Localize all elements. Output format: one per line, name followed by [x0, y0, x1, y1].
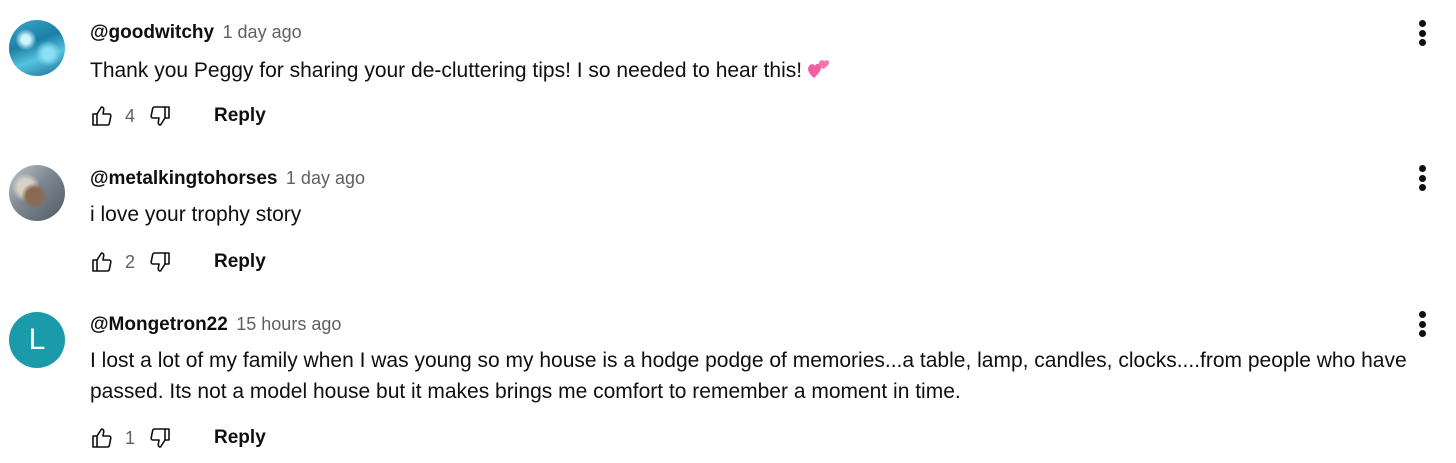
- comment-actions: 4 Reply: [88, 101, 266, 131]
- comment-header: @metalkingtohorses 1 day ago: [90, 168, 365, 190]
- comment-actions: 2 Reply: [88, 247, 266, 277]
- thumbs-up-icon[interactable]: [88, 424, 116, 452]
- like-count: 1: [125, 427, 136, 448]
- avatar[interactable]: L: [9, 312, 65, 368]
- two-hearts-icon: [806, 57, 832, 90]
- thumbs-up-icon[interactable]: [88, 248, 116, 276]
- comment-text: I lost a lot of my family when I was you…: [90, 345, 1456, 407]
- comment-actions: 1 Reply: [88, 423, 266, 453]
- more-vertical-icon[interactable]: [1414, 309, 1430, 339]
- author-name[interactable]: @goodwitchy: [90, 22, 214, 43]
- comments-list: @goodwitchy 1 day ago Thank you Peggy fo…: [0, 0, 1456, 463]
- comment-header: @goodwitchy 1 day ago: [90, 22, 302, 44]
- like-count: 2: [125, 251, 136, 272]
- more-vertical-icon[interactable]: [1414, 163, 1430, 193]
- reply-button[interactable]: Reply: [214, 251, 266, 273]
- thumbs-up-icon[interactable]: [88, 102, 116, 130]
- author-name[interactable]: @Mongetron22: [90, 314, 228, 335]
- avatar-letter: L: [28, 323, 46, 356]
- like-count: 4: [125, 105, 136, 126]
- comment-body: Thank you Peggy for sharing your de-clut…: [90, 59, 803, 82]
- avatar[interactable]: [9, 165, 65, 221]
- thumbs-down-icon[interactable]: [146, 424, 174, 452]
- comment-body: I lost a lot of my family when I was you…: [90, 349, 1407, 403]
- avatar[interactable]: [9, 20, 65, 76]
- reply-button[interactable]: Reply: [214, 427, 266, 449]
- comment-body: i love your trophy story: [90, 203, 302, 226]
- comment-header: @Mongetron22 15 hours ago: [90, 314, 341, 336]
- comment-time[interactable]: 15 hours ago: [236, 314, 341, 334]
- comment-time[interactable]: 1 day ago: [286, 168, 365, 188]
- author-name[interactable]: @metalkingtohorses: [90, 168, 277, 189]
- more-vertical-icon[interactable]: [1414, 18, 1430, 48]
- thumbs-down-icon[interactable]: [146, 102, 174, 130]
- comment-time[interactable]: 1 day ago: [223, 22, 302, 42]
- thumbs-down-icon[interactable]: [146, 248, 174, 276]
- reply-button[interactable]: Reply: [214, 105, 266, 127]
- comment-text: i love your trophy story: [90, 199, 1456, 230]
- comment-text: Thank you Peggy for sharing your de-clut…: [90, 55, 1456, 90]
